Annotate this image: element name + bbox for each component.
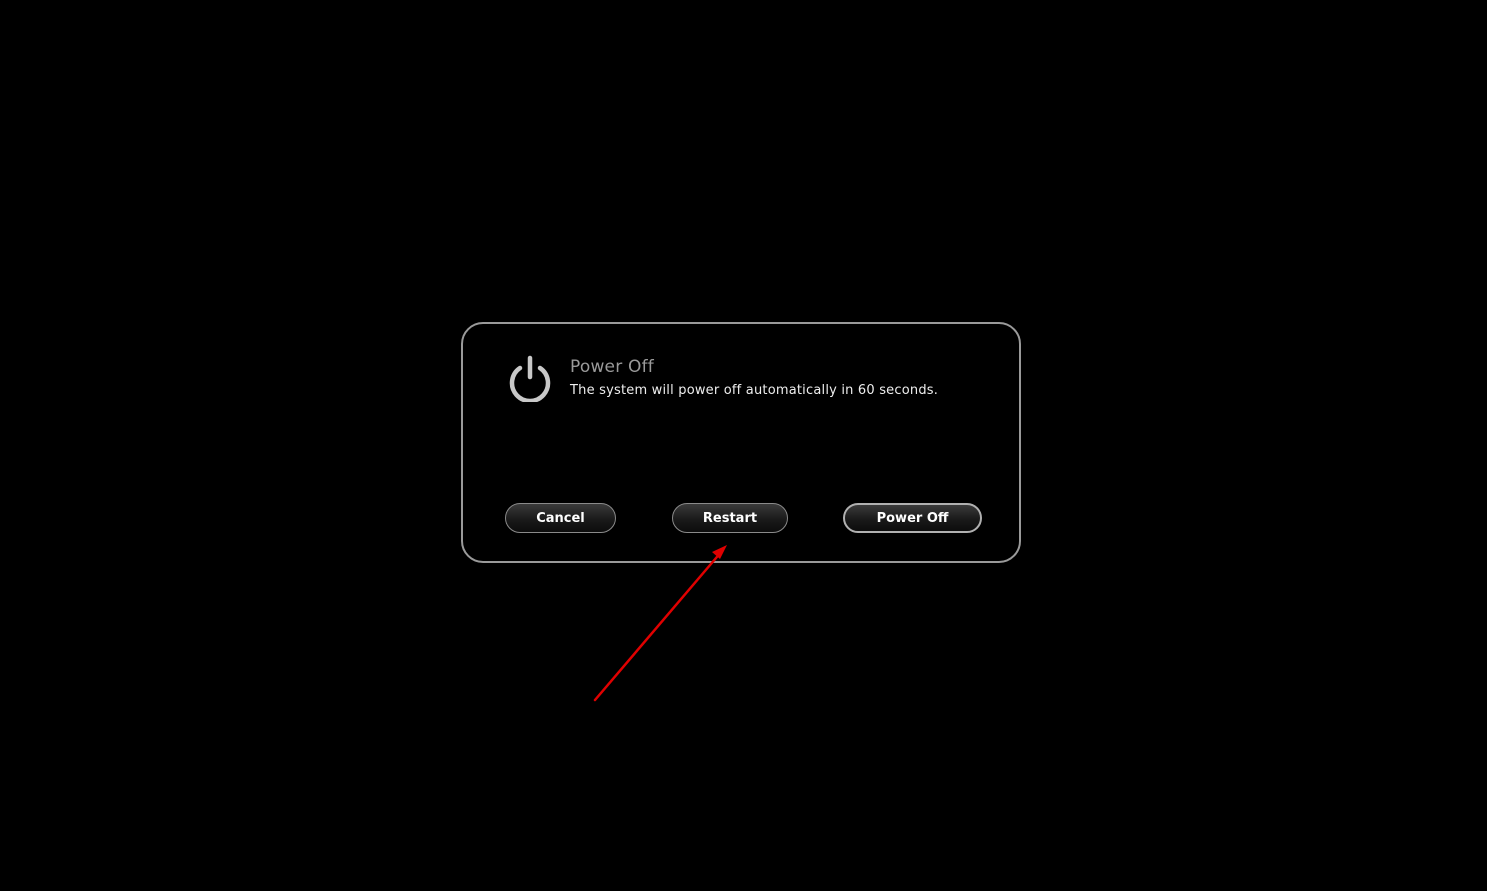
screen-background: Power Off The system will power off auto… (0, 0, 1487, 891)
cancel-button[interactable]: Cancel (505, 503, 616, 533)
dialog-title: Power Off (570, 357, 654, 377)
power-icon (509, 355, 551, 402)
power-off-dialog: Power Off The system will power off auto… (461, 322, 1021, 563)
annotation-arrow-line (593, 549, 724, 702)
power-off-button[interactable]: Power Off (843, 503, 982, 533)
dialog-message: The system will power off automatically … (570, 383, 939, 398)
restart-button[interactable]: Restart (672, 503, 788, 533)
